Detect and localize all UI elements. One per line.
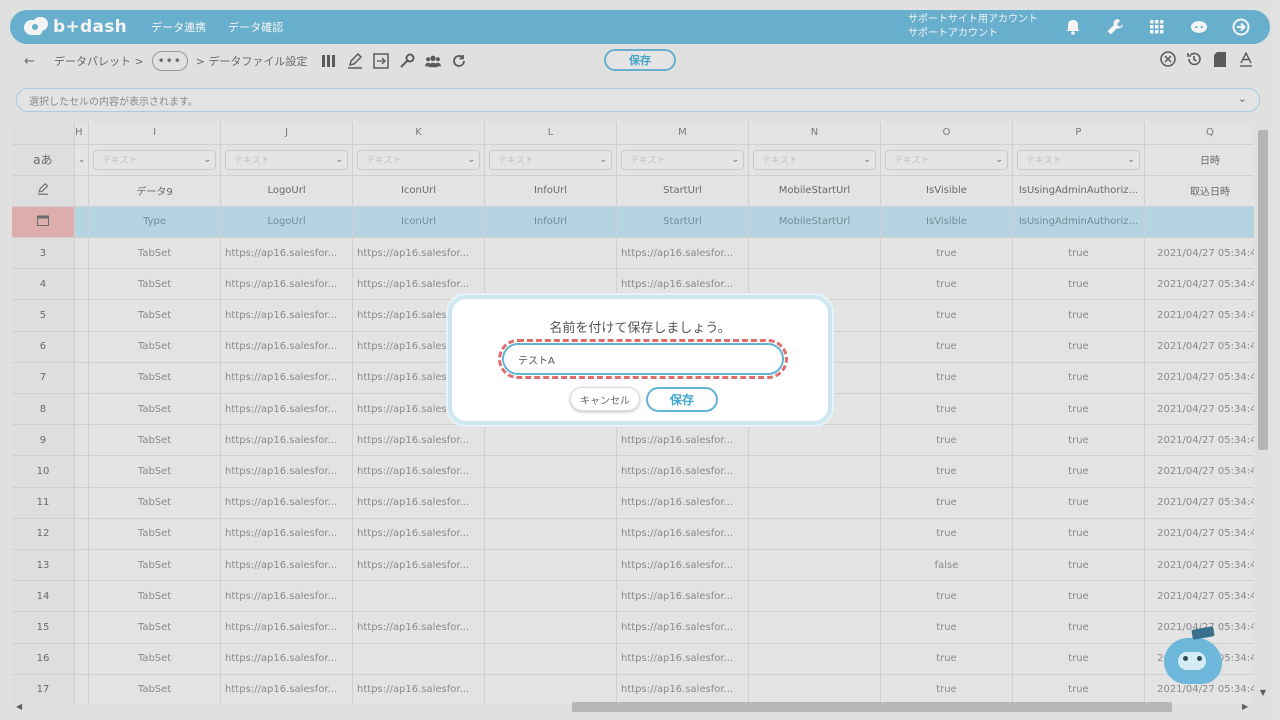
- cancel-button[interactable]: キャンセル: [570, 387, 640, 411]
- save-name-dialog: 名前を付けて保存しましょう。 キャンセル 保存: [448, 295, 832, 425]
- dialog-title: 名前を付けて保存しましょう。: [549, 321, 731, 336]
- name-input[interactable]: [502, 343, 784, 375]
- dialog-save-button[interactable]: 保存: [646, 387, 718, 412]
- mascot-icon[interactable]: [1162, 626, 1224, 686]
